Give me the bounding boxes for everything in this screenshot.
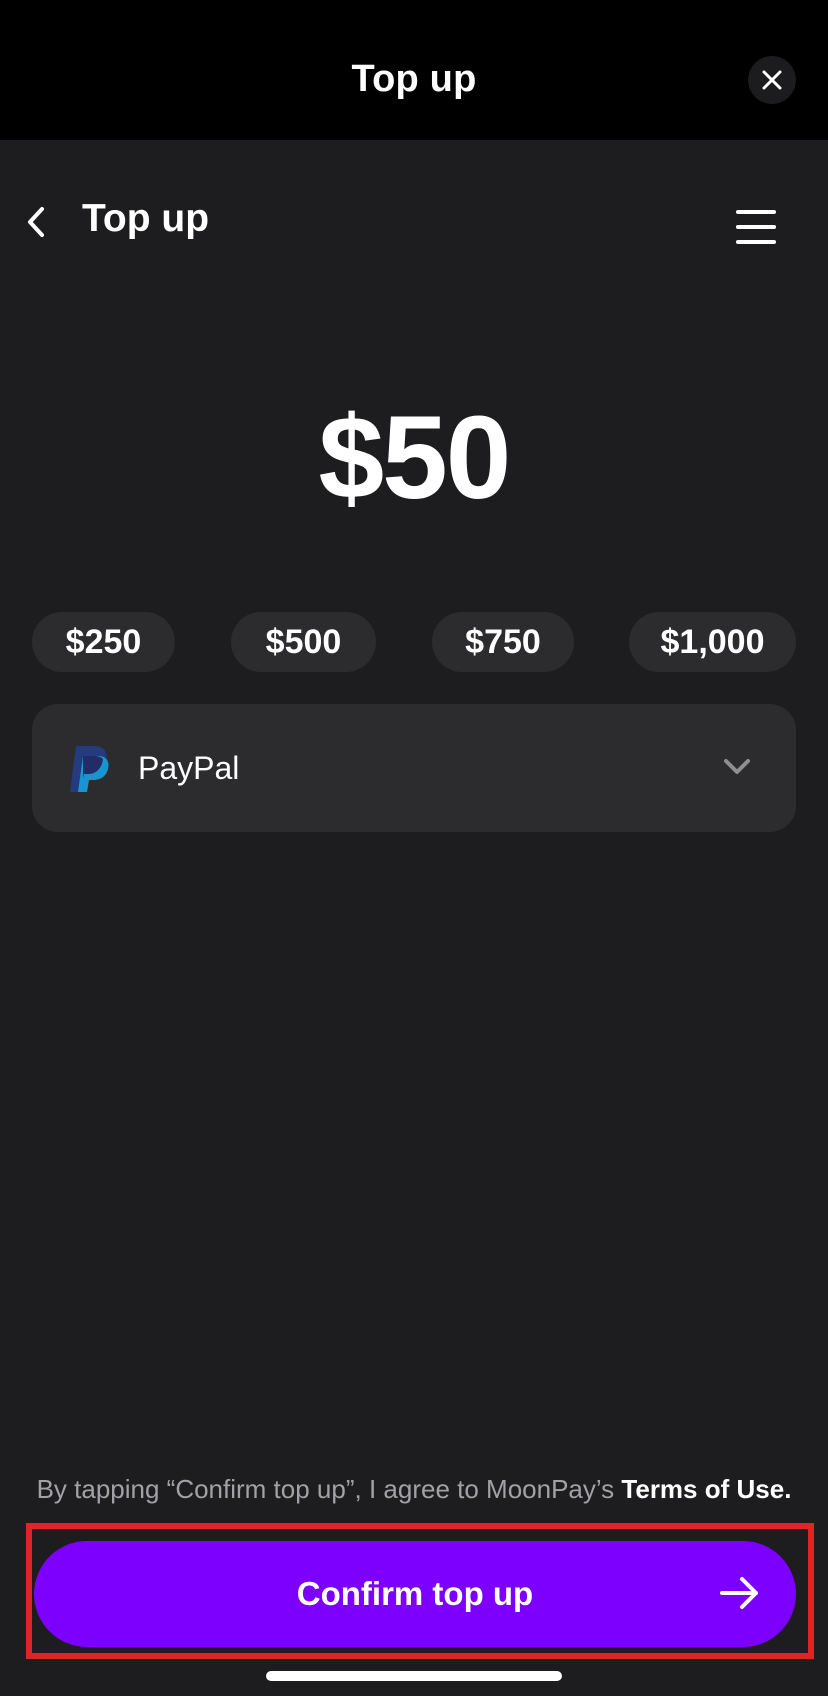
confirm-button-label: Confirm top up bbox=[296, 1575, 534, 1612]
home-indicator bbox=[266, 1671, 562, 1681]
back-button[interactable] bbox=[24, 200, 60, 244]
close-icon bbox=[762, 70, 782, 90]
terms-text: By tapping “Confirm top up”, I agree to … bbox=[0, 1474, 828, 1505]
close-button[interactable] bbox=[748, 56, 796, 104]
confirm-top-up-button[interactable]: Confirm top up bbox=[34, 1541, 796, 1647]
menu-button[interactable] bbox=[732, 206, 780, 248]
chevron-down-icon bbox=[720, 752, 754, 782]
hamburger-menu-icon bbox=[736, 210, 776, 214]
terms-of-use-link[interactable]: Terms of Use. bbox=[621, 1474, 791, 1504]
paypal-icon bbox=[70, 746, 109, 792]
quick-amount-250[interactable]: $250 bbox=[32, 612, 175, 672]
terms-prefix: By tapping “Confirm top up”, I agree to … bbox=[36, 1474, 622, 1504]
quick-amount-1000[interactable]: $1,000 bbox=[629, 612, 796, 672]
amount-display[interactable]: $50 bbox=[0, 390, 828, 526]
quick-amount-500[interactable]: $500 bbox=[231, 612, 376, 672]
sheet-title: Top up bbox=[351, 58, 477, 100]
arrow-right-icon bbox=[720, 1577, 758, 1609]
page-title: Top up bbox=[82, 197, 210, 240]
sheet-header: Top up bbox=[0, 0, 828, 140]
quick-amount-750[interactable]: $750 bbox=[432, 612, 574, 672]
payment-method-label: PayPal bbox=[138, 750, 240, 786]
top-up-screen: Top up Top up $50 $250 $500 $750 $1,000 … bbox=[0, 0, 828, 1696]
payment-method-select[interactable]: PayPal bbox=[32, 704, 796, 832]
chevron-left-icon bbox=[28, 207, 44, 237]
